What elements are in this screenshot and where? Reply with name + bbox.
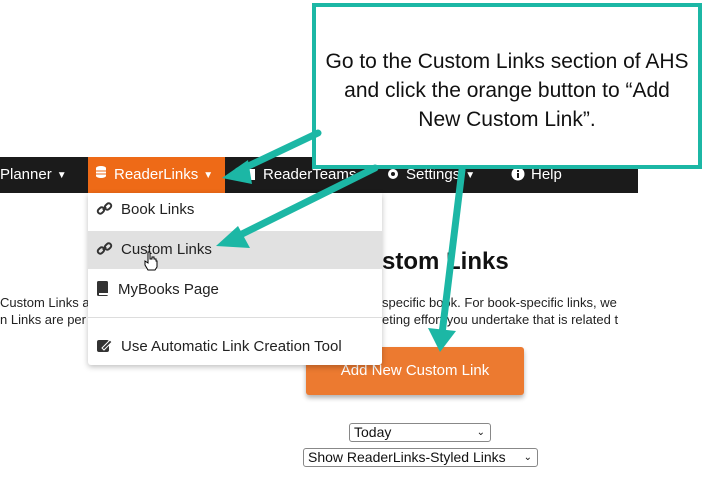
- menu-item-label: Book Links: [121, 201, 195, 218]
- menu-item-label: Custom Links: [121, 241, 212, 258]
- caret-down-icon: ▼: [203, 170, 214, 181]
- intro-text-line2-left: n Links are per: [0, 312, 86, 327]
- intro-text-line1-left: Custom Links a: [0, 295, 90, 310]
- intro-text-line1-right: specific book. For book-specific links, …: [382, 295, 617, 310]
- menu-item-book-links[interactable]: Book Links: [88, 191, 382, 229]
- coins-icon: [94, 157, 110, 193]
- chevron-down-icon: ⌄: [476, 427, 485, 438]
- style-filter-value: Show ReaderLinks-Styled Links: [308, 449, 506, 465]
- intro-text-line2-right: eting effort you undertake that is relat…: [382, 312, 619, 327]
- menu-item-automatic-link-tool[interactable]: Use Automatic Link Creation Tool: [88, 328, 382, 366]
- date-filter-select[interactable]: Today ⌄: [349, 423, 491, 442]
- nav-readerlinks-label: ReaderLinks: [114, 166, 199, 183]
- menu-item-mybooks-page[interactable]: MyBooks Page: [88, 271, 382, 309]
- hand-cursor-icon: [144, 251, 158, 271]
- instruction-callout: Go to the Custom Links section of AHS an…: [312, 3, 702, 169]
- style-filter-select[interactable]: Show ReaderLinks-Styled Links ⌄: [303, 448, 538, 467]
- book-stack-icon: [243, 159, 257, 180]
- menu-item-custom-links[interactable]: Custom Links: [88, 231, 382, 269]
- callout-text: Go to the Custom Links section of AHS an…: [325, 49, 689, 131]
- page-title: stom Links: [382, 248, 509, 275]
- book-icon: [97, 281, 108, 296]
- edit-icon: [97, 339, 113, 352]
- date-filter-value: Today: [354, 424, 392, 440]
- caret-down-icon: ▼: [465, 170, 476, 181]
- caret-down-icon: ▼: [56, 170, 67, 181]
- menu-item-label: MyBooks Page: [118, 281, 219, 298]
- chevron-down-icon: ⌄: [523, 452, 532, 463]
- nav-planner-label: Planner: [0, 166, 52, 183]
- link-icon: [96, 202, 113, 215]
- menu-divider: [88, 317, 382, 318]
- menu-item-label: Use Automatic Link Creation Tool: [121, 338, 342, 355]
- nav-planner[interactable]: Planner ▼: [0, 157, 67, 193]
- nav-readerlinks[interactable]: ReaderLinks ▼: [88, 157, 225, 193]
- link-icon: [96, 242, 113, 255]
- readerlinks-dropdown-menu: Book Links Custom Links MyBooks Page Use…: [88, 193, 382, 365]
